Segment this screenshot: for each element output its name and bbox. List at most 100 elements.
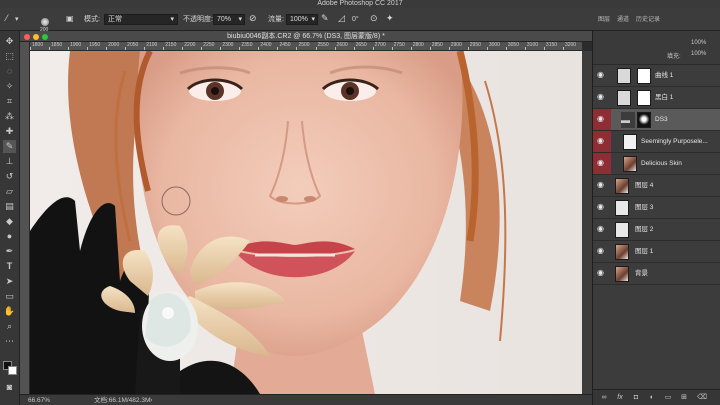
layer-thumbnail <box>615 222 629 238</box>
layer-row[interactable]: ◉ 曲线 1 <box>593 65 720 87</box>
document-canvas[interactable] <box>30 51 582 394</box>
angle-value: 0° <box>352 16 359 23</box>
lasso-tool-icon[interactable]: ◌ <box>3 65 16 78</box>
layer-row[interactable]: ◉ 图层 3 <box>593 197 720 219</box>
adjustment-icon[interactable]: ◐ <box>647 393 657 403</box>
background-color-swatch[interactable] <box>8 366 17 375</box>
layer-thumbnail <box>623 134 637 150</box>
eye-icon: ◉ <box>597 202 604 211</box>
history-brush-tool-icon[interactable]: ↺ <box>3 170 16 183</box>
mode-select[interactable]: 正常 ▾ <box>104 14 178 25</box>
photo-image <box>30 51 582 394</box>
layer-row[interactable]: ◉ 背景 <box>593 263 720 285</box>
hand-tool-icon[interactable]: ✋ <box>3 305 16 318</box>
eyedropper-tool-icon[interactable]: ⁂ <box>3 110 16 123</box>
move-tool-icon[interactable]: ✥ <box>3 35 16 48</box>
fx-icon[interactable]: fx <box>615 393 625 403</box>
more-tools-icon[interactable]: ⋯ <box>3 335 16 348</box>
visibility-toggle[interactable]: ◉ <box>593 131 611 152</box>
app-title-bar: Adobe Photoshop CC 2017 <box>0 0 720 8</box>
trash-icon[interactable]: ⌫ <box>697 393 707 403</box>
blur-tool-icon[interactable]: ◆ <box>3 215 16 228</box>
visibility-toggle[interactable]: ◉ <box>593 263 611 284</box>
layer-name: 黑白 1 <box>655 94 674 101</box>
ruler-tick-label: 1900 <box>70 42 82 48</box>
zoom-tool-icon[interactable]: ⌕ <box>3 320 16 333</box>
layer-row[interactable]: ◉ 图层 4 <box>593 175 720 197</box>
document-tab[interactable]: biubiu0046副本.CR2 @ 66.7% (DS3, 图层蒙版/8) * <box>20 31 592 42</box>
visibility-toggle[interactable]: ◉ <box>593 87 611 108</box>
chevron-down-icon: ▾ <box>311 16 315 23</box>
flow-value: 100% <box>290 16 308 23</box>
chevron-down-icon: ▾ <box>238 16 242 23</box>
brush-tool-icon[interactable]: ⁄ <box>6 13 8 24</box>
link-icon[interactable]: ∞ <box>599 393 609 403</box>
opacity-input[interactable]: 70% ▾ <box>213 14 245 25</box>
pressure-opacity-icon[interactable]: ⊘ <box>249 13 257 24</box>
chevron-down-icon[interactable]: ▾ <box>15 14 19 25</box>
horizontal-ruler: 1800 1850 1900 1950 2000 2050 2100 2150 2200 2250… <box>30 42 582 51</box>
marquee-tool-icon[interactable]: ⬚ <box>3 50 16 63</box>
shape-tool-icon[interactable]: ▭ <box>3 290 16 303</box>
ruler-tick-label: 2250 <box>203 42 215 48</box>
fill-value[interactable]: 100% <box>691 51 706 57</box>
zoom-level[interactable]: 66.67% <box>28 395 50 405</box>
visibility-toggle[interactable]: ◉ <box>593 153 611 174</box>
ruler-tick-label: 2100 <box>146 42 158 48</box>
layer-row[interactable]: ◉ ▬ DS3 <box>593 109 720 131</box>
visibility-toggle[interactable]: ◉ <box>593 219 611 240</box>
document-size: 文档:66.1M/482.3M <box>94 397 151 404</box>
vertical-scrollbar[interactable] <box>582 51 592 394</box>
ruler-tick-label: 2500 <box>298 42 310 48</box>
folder-icon[interactable]: ▭ <box>663 393 673 403</box>
tab-channels[interactable]: 通道 <box>617 16 629 25</box>
type-tool-icon[interactable]: T <box>3 260 16 273</box>
brush-panel-icon[interactable]: ▣ <box>66 13 74 24</box>
ruler-tick-label: 2700 <box>374 42 386 48</box>
symmetry-icon[interactable]: ✦ <box>386 13 394 24</box>
fill-label: 填充: <box>667 54 681 60</box>
layer-row[interactable]: ◉ 图层 1 <box>593 241 720 263</box>
visibility-toggle[interactable]: ◉ <box>593 109 611 130</box>
opacity-value[interactable]: 100% <box>691 40 706 46</box>
layer-name: DS3 <box>655 116 668 123</box>
layer-row[interactable]: ◉ Seemingly Purposele... <box>593 131 720 153</box>
tab-layers[interactable]: 图层 <box>598 16 610 25</box>
crop-tool-icon[interactable]: ⌗ <box>3 95 16 108</box>
layer-row[interactable]: ◉ 黑白 1 <box>593 87 720 109</box>
visibility-toggle[interactable]: ◉ <box>593 65 611 86</box>
ruler-tick-label: 3100 <box>526 42 539 48</box>
brush-tool-icon[interactable]: ✎ <box>3 140 16 153</box>
quick-mask-icon[interactable]: ◙ <box>3 381 16 394</box>
ruler-tick-label: 2600 <box>336 42 348 48</box>
visibility-toggle[interactable]: ◉ <box>593 175 611 196</box>
quick-select-tool-icon[interactable]: ✧ <box>3 80 16 93</box>
layer-row[interactable]: ◉ Delicious Skin <box>593 153 720 175</box>
tab-history[interactable]: 历史记录 <box>636 16 660 25</box>
dodge-tool-icon[interactable]: ● <box>3 230 16 243</box>
pen-tool-icon[interactable]: ✒ <box>3 245 16 258</box>
visibility-toggle[interactable]: ◉ <box>593 197 611 218</box>
healing-brush-tool-icon[interactable]: ✚ <box>3 125 16 138</box>
pressure-size-icon[interactable]: ⊙ <box>370 13 378 24</box>
layer-mask-thumbnail[interactable] <box>637 90 651 106</box>
layer-mask-thumbnail[interactable] <box>637 68 651 84</box>
chevron-right-icon[interactable]: › <box>150 395 152 405</box>
new-layer-icon[interactable]: ⊞ <box>679 393 689 403</box>
clone-stamp-tool-icon[interactable]: ⊥ <box>3 155 16 168</box>
ruler-tick-label: 3150 <box>545 42 558 48</box>
gradient-tool-icon[interactable]: ▤ <box>3 200 16 213</box>
ruler-tick-label: 2650 <box>355 42 367 48</box>
airbrush-icon[interactable]: ✎ <box>321 13 329 24</box>
mode-label: 模式: <box>84 16 100 23</box>
flow-input[interactable]: 100% ▾ <box>286 14 318 25</box>
ruler-tick-label: 2750 <box>393 42 405 48</box>
mask-icon[interactable]: ◘ <box>631 393 641 403</box>
layer-row[interactable]: ◉ 图层 2 <box>593 219 720 241</box>
folder-icon: ▬ <box>621 112 635 128</box>
visibility-toggle[interactable]: ◉ <box>593 241 611 262</box>
path-select-tool-icon[interactable]: ➤ <box>3 275 16 288</box>
layer-mask-thumbnail[interactable] <box>637 112 651 128</box>
angle-icon[interactable]: ◿ <box>338 13 345 24</box>
eraser-tool-icon[interactable]: ▱ <box>3 185 16 198</box>
